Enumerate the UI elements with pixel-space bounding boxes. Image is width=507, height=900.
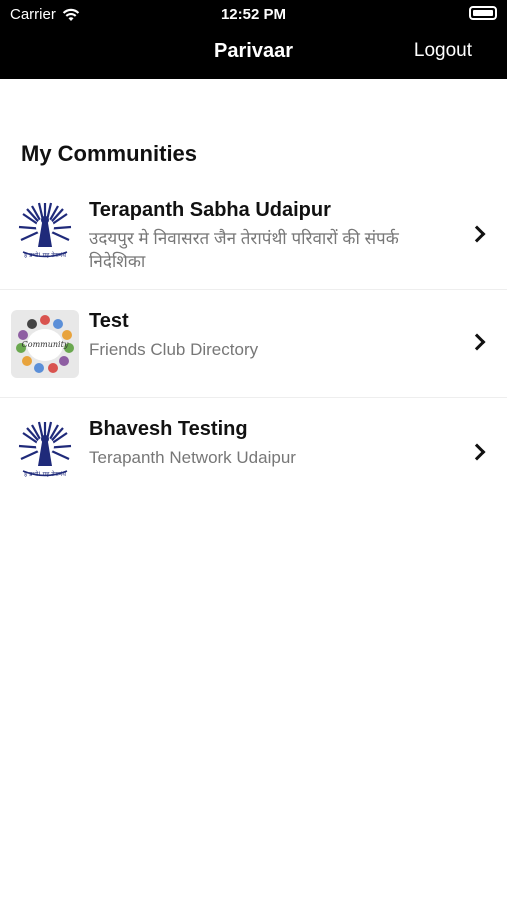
navigation-bar: Parivaar Logout — [0, 32, 507, 72]
app-header: Carrier 12:52 PM Parivaar Logout — [0, 0, 507, 79]
community-circle-icon: Community — [11, 310, 79, 378]
community-list: ह प्रभो! यह तेरापंथ Terapanth Sabha Udai… — [0, 180, 507, 506]
community-row-bhavesh-testing[interactable]: ह प्रभो! यह तेरापंथ Bhavesh Testing Tera… — [0, 398, 507, 506]
chevron-right-icon — [468, 225, 486, 243]
community-text: Terapanth Sabha Udaipur उदयपुर मे निवासर… — [89, 197, 437, 273]
status-time: 12:52 PM — [220, 6, 287, 23]
community-subtitle: उदयपुर मे निवासरत जैन तेरापंथी परिवारों … — [89, 229, 399, 271]
battery-icon — [469, 6, 497, 20]
chevron-right-icon — [468, 443, 486, 461]
community-name: Test — [89, 310, 129, 332]
section-title: My Communities — [21, 141, 198, 166]
chevron-right-icon — [468, 333, 486, 351]
terapanth-emblem-icon: ह प्रभो! यह तेरापंथ — [11, 416, 79, 484]
community-logo: Community — [11, 310, 79, 378]
community-text: Bhavesh Testing Terapanth Network Udaipu… — [89, 416, 437, 469]
status-bar: Carrier 12:52 PM — [0, 0, 507, 30]
community-name: Bhavesh Testing — [89, 418, 248, 440]
logo-caption: ह प्रभो! यह तेरापंथ — [24, 251, 66, 259]
community-row-test[interactable]: Community Test Friends Club Directory — [0, 290, 507, 398]
community-row-terapanth-sabha[interactable]: ह प्रभो! यह तेरापंथ Terapanth Sabha Udai… — [0, 180, 507, 290]
community-logo: ह प्रभो! यह तेरापंथ — [11, 416, 79, 484]
terapanth-emblem-icon: ह प्रभो! यह तेरापंथ — [11, 197, 79, 265]
logout-button[interactable]: Logout — [414, 40, 472, 62]
community-text: Test Friends Club Directory — [89, 308, 437, 361]
logo-caption: Community — [22, 340, 69, 349]
community-name: Terapanth Sabha Udaipur — [89, 199, 331, 221]
logo-caption: ह प्रभो! यह तेरापंथ — [24, 470, 66, 478]
community-subtitle: Friends Club Directory — [89, 340, 259, 359]
community-logo: ह प्रभो! यह तेरापंथ — [11, 197, 79, 265]
community-subtitle: Terapanth Network Udaipur — [89, 448, 296, 467]
